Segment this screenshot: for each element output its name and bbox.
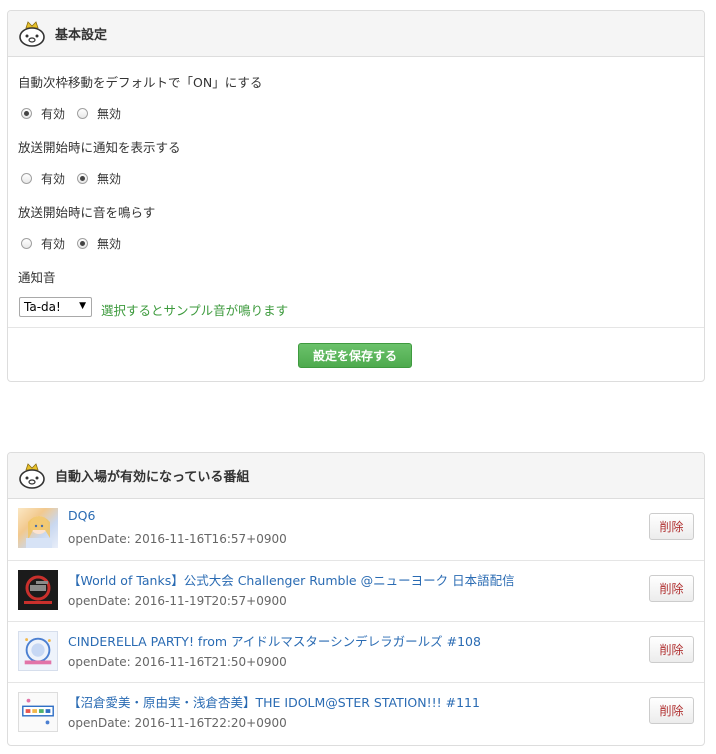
notification-sound-label: 通知音 — [18, 270, 56, 285]
tank-game-thumbnail-icon[interactable] — [18, 570, 58, 610]
program-title-link[interactable]: 【沼倉愛美・原由実・浅倉杏美】THE IDOLM@STER STATION!!!… — [68, 692, 480, 711]
sample-sound-help-text: 選択するとサンプル音が鳴ります — [101, 303, 289, 318]
delete-program-button[interactable]: 削除 — [649, 697, 694, 724]
save-settings-button[interactable]: 設定を保存する — [298, 343, 412, 368]
settings-panel: 基本設定 自動次枠移動をデフォルトで「ON」にする 有効 無効 放送開始時に通知… — [7, 10, 705, 382]
notify-sound-enabled-label: 有効 — [41, 236, 66, 251]
delete-program-button[interactable]: 削除 — [649, 575, 694, 602]
crown-mascot-icon — [19, 462, 45, 489]
delete-program-button[interactable]: 削除 — [649, 513, 694, 540]
crown-mascot-icon — [19, 20, 45, 47]
auto-move-enabled-label: 有効 — [41, 106, 66, 121]
notification-sound-value: Ta-da! — [24, 300, 61, 314]
anime-girl-thumbnail-icon[interactable] — [18, 508, 58, 548]
notify-show-label: 放送開始時に通知を表示する — [18, 140, 181, 155]
program-open-date: openDate: 2016-11-19T20:57+0900 — [68, 594, 287, 608]
notify-show-disabled-label: 無効 — [97, 171, 122, 186]
program-list-item: 【World of Tanks】公式大会 Challenger Rumble @… — [8, 560, 704, 621]
auto-move-enabled-radio[interactable] — [21, 107, 32, 119]
notify-show-disabled-radio[interactable] — [77, 172, 89, 184]
auto-move-disabled-radio[interactable] — [77, 107, 89, 119]
program-open-date: openDate: 2016-11-16T21:50+0900 — [68, 655, 287, 669]
notify-sound-radio-group: 有効 無効 — [21, 235, 121, 251]
cinderella-party-thumbnail-icon[interactable] — [18, 631, 58, 671]
auto-move-disabled-label: 無効 — [97, 106, 122, 121]
auto-entry-programs-panel: 自動入場が有効になっている番組 DQ6 openDate: 2016-11-16… — [7, 452, 705, 746]
program-title-link[interactable]: DQ6 — [68, 508, 95, 523]
program-open-date: openDate: 2016-11-16T16:57+0900 — [68, 532, 287, 546]
program-open-date: openDate: 2016-11-16T22:20+0900 — [68, 716, 287, 730]
program-title-link[interactable]: 【World of Tanks】公式大会 Challenger Rumble @… — [68, 570, 515, 589]
notify-sound-disabled-label: 無効 — [97, 236, 122, 251]
auto-move-label: 自動次枠移動をデフォルトで「ON」にする — [18, 75, 263, 90]
notify-show-radio-group: 有効 無効 — [21, 170, 121, 186]
settings-footer-divider — [8, 327, 704, 328]
programs-panel-title: 自動入場が有効になっている番組 — [55, 470, 250, 485]
idolmaster-station-thumbnail-icon[interactable] — [18, 692, 58, 732]
settings-panel-title: 基本設定 — [55, 28, 108, 43]
dropdown-arrow-icon: ▼ — [79, 301, 86, 311]
program-list-item: DQ6 openDate: 2016-11-16T16:57+0900 削除 — [8, 499, 704, 560]
program-title-link[interactable]: CINDERELLA PARTY! from アイドルマスターシンデレラガールズ… — [68, 631, 481, 650]
auto-move-radio-group: 有効 無効 — [21, 105, 121, 121]
notify-sound-disabled-radio[interactable] — [77, 237, 89, 249]
delete-program-button[interactable]: 削除 — [649, 636, 694, 663]
program-list-item: CINDERELLA PARTY! from アイドルマスターシンデレラガールズ… — [8, 621, 704, 682]
notify-show-enabled-label: 有効 — [41, 171, 66, 186]
notify-sound-enabled-radio[interactable] — [21, 237, 32, 249]
notification-sound-select[interactable]: Ta-da! ▼ — [19, 297, 92, 317]
program-list-item: 【沼倉愛美・原由実・浅倉杏美】THE IDOLM@STER STATION!!!… — [8, 682, 704, 743]
programs-panel-header: 自動入場が有効になっている番組 — [8, 453, 704, 499]
notify-show-enabled-radio[interactable] — [21, 172, 32, 184]
settings-panel-header: 基本設定 — [8, 11, 704, 57]
notify-sound-label: 放送開始時に音を鳴らす — [18, 205, 156, 220]
